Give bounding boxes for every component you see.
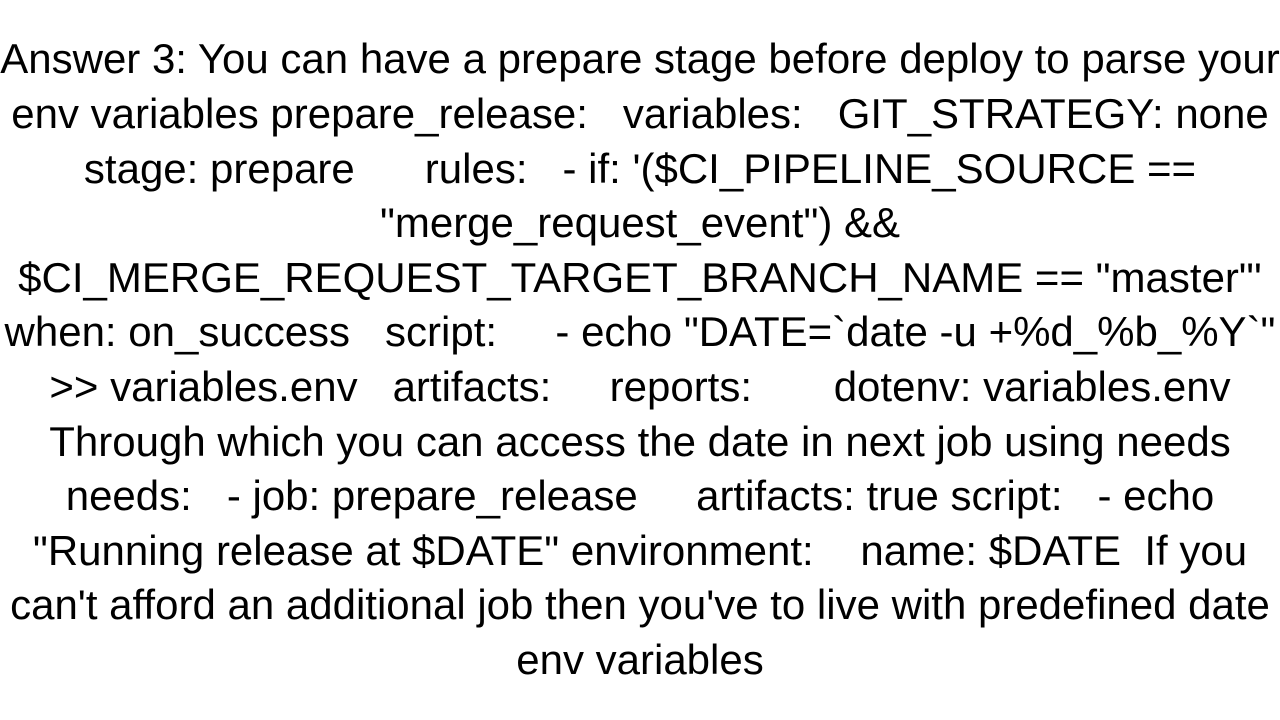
- answer-text: Answer 3: You can have a prepare stage b…: [0, 0, 1280, 720]
